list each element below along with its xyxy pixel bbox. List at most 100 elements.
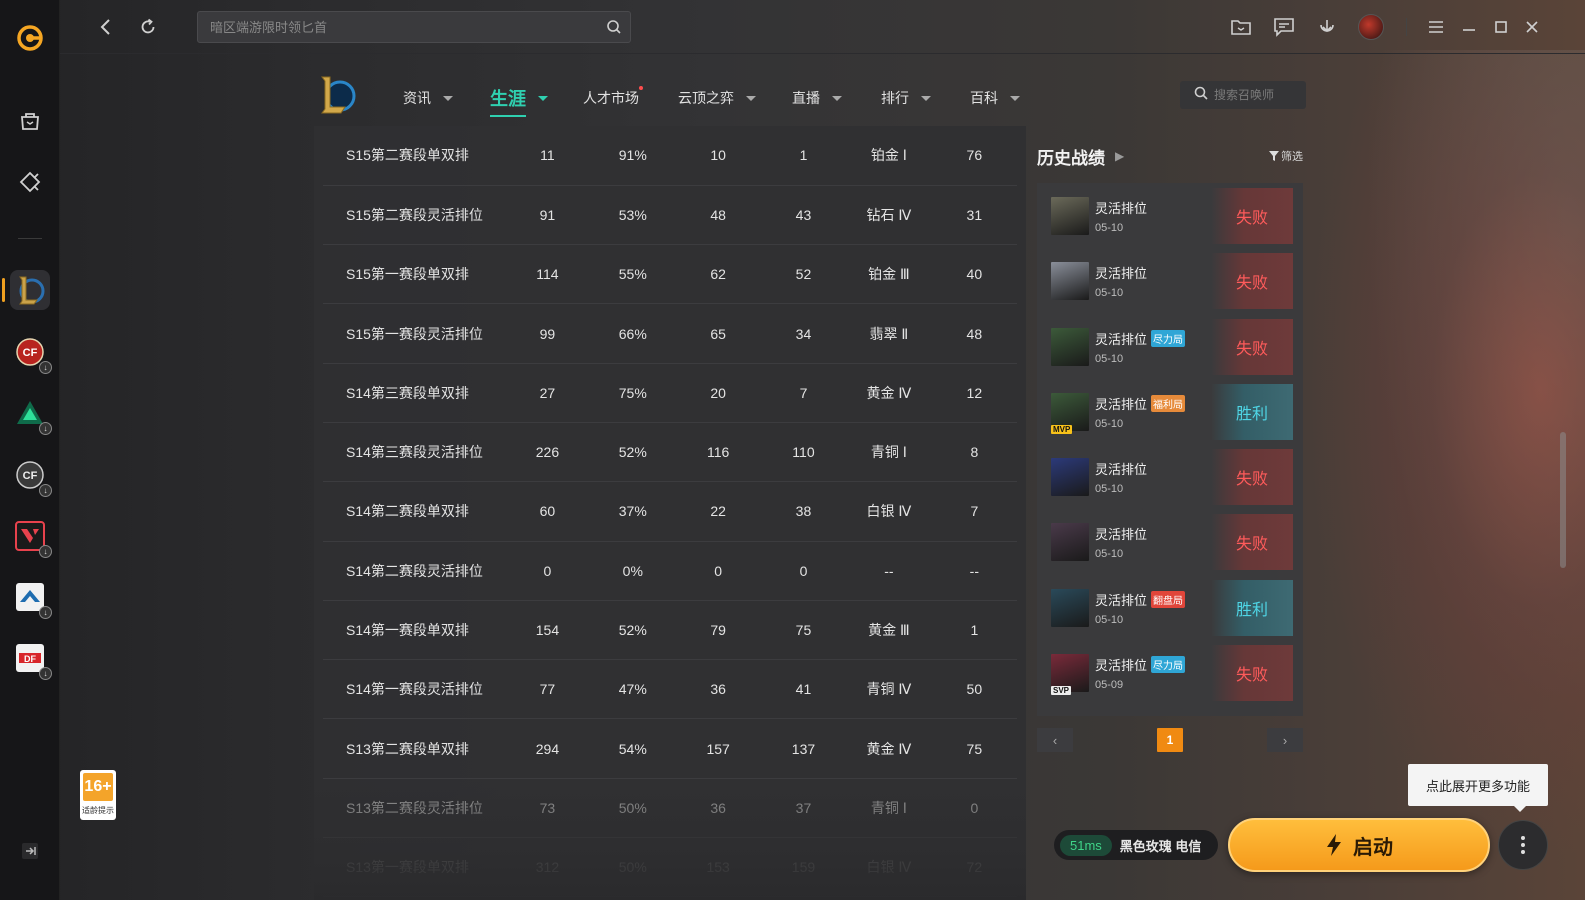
match-date: 05-10 bbox=[1095, 483, 1124, 496]
search-input[interactable] bbox=[198, 12, 630, 42]
match-item[interactable]: 灵活排位 05-10 失败 bbox=[1042, 253, 1293, 310]
prev-page-button[interactable]: ‹ bbox=[1037, 728, 1073, 752]
nav-tab-talent-market[interactable]: 人才市场 bbox=[583, 86, 643, 108]
refresh-icon[interactable] bbox=[135, 14, 161, 40]
search-icon[interactable] bbox=[1194, 86, 1208, 105]
maximize-icon[interactable] bbox=[1488, 14, 1514, 40]
sidebar-game-dnf[interactable]: DF ↓ bbox=[10, 638, 52, 680]
sidebar-game-warframe[interactable]: ↓ bbox=[10, 577, 52, 619]
champion-portrait bbox=[1051, 197, 1089, 235]
stat-cell: 137 bbox=[760, 718, 847, 779]
nav-tab-career[interactable]: 生涯 bbox=[490, 85, 548, 117]
folder-icon[interactable] bbox=[1228, 14, 1254, 40]
match-item[interactable]: SVP 灵活排位 尽力局 05-09 失败 bbox=[1042, 645, 1293, 702]
more-options-button[interactable] bbox=[1498, 820, 1548, 870]
nav-tab-news[interactable]: 资讯 bbox=[403, 88, 453, 108]
stat-cell: 76 bbox=[931, 126, 1017, 186]
stat-cell: 1 bbox=[760, 126, 847, 186]
download-manager-icon[interactable] bbox=[1314, 14, 1340, 40]
filter-button[interactable]: 筛选 bbox=[1269, 148, 1303, 164]
stat-cell: 白银 Ⅳ bbox=[846, 837, 932, 898]
table-row: S14第三赛段单双排 27 75% 20 7 黄金 Ⅳ 12 bbox=[323, 363, 1017, 423]
match-date: 05-10 bbox=[1095, 613, 1124, 626]
stat-cell: 75 bbox=[760, 600, 847, 661]
match-item[interactable]: MVP 灵活排位 福利局 05-10 胜利 bbox=[1042, 383, 1293, 440]
nav-tab-live[interactable]: 直播 bbox=[792, 88, 842, 108]
sidebar-game-lol[interactable] bbox=[2, 270, 50, 310]
summoner-search[interactable] bbox=[1180, 81, 1306, 109]
match-history-header[interactable]: 历史战绩 ▶ bbox=[1037, 140, 1303, 172]
match-item[interactable]: 灵活排位 尽力局 05-10 失败 bbox=[1042, 318, 1293, 375]
table-row: S13第二赛段单双排 294 54% 157 137 黄金 Ⅳ 75 bbox=[323, 718, 1017, 779]
champion-portrait: SVP bbox=[1051, 654, 1089, 696]
table-row: S14第三赛段灵活排位 226 52% 116 110 青铜 Ⅰ8 bbox=[323, 422, 1017, 483]
avatar bbox=[1358, 14, 1384, 40]
search-icon[interactable] bbox=[606, 19, 622, 40]
nav-tab-label: 人才市场 bbox=[583, 86, 643, 108]
sidebar-game-delta[interactable]: ↓ bbox=[10, 393, 52, 435]
download-icon: ↓ bbox=[39, 606, 52, 619]
match-result: 胜利 bbox=[1211, 383, 1293, 440]
sidebar-game-valorant[interactable]: ↓ bbox=[10, 516, 52, 558]
stat-cell: 青铜 Ⅳ bbox=[846, 659, 932, 720]
match-info: 灵活排位 05-10 bbox=[1095, 263, 1147, 299]
season-name-cell: S13第一赛段单双排 bbox=[323, 837, 505, 898]
stat-cell: 钻石 Ⅳ bbox=[846, 185, 932, 246]
match-item[interactable]: 灵活排位 05-10 失败 bbox=[1042, 449, 1293, 506]
chevron-down-icon bbox=[443, 95, 453, 101]
match-date: 05-10 bbox=[1095, 287, 1124, 300]
message-icon[interactable] bbox=[1271, 14, 1297, 40]
nav-tab-ranking[interactable]: 排行 bbox=[881, 88, 931, 108]
stat-cell: 91% bbox=[590, 126, 676, 186]
stat-cell: 27 bbox=[504, 363, 591, 423]
stat-cell: 黄金 Ⅲ bbox=[846, 600, 932, 661]
page-number-button[interactable]: 1 bbox=[1157, 728, 1183, 752]
stat-cell: 0 bbox=[931, 778, 1017, 839]
sidebar-game-cf-hd[interactable]: CF ↓ bbox=[10, 455, 52, 497]
search-bar[interactable] bbox=[197, 11, 631, 43]
match-item[interactable]: 灵活排位 翻盘局 05-10 胜利 bbox=[1042, 579, 1293, 636]
menu-icon[interactable] bbox=[1423, 14, 1449, 40]
close-icon[interactable] bbox=[1519, 14, 1545, 40]
match-item[interactable]: 灵活排位 05-10 失败 bbox=[1042, 514, 1293, 571]
game-controller-icon[interactable] bbox=[10, 162, 50, 202]
user-avatar[interactable] bbox=[1358, 14, 1384, 40]
stat-cell: 50% bbox=[590, 778, 676, 839]
match-mode: 灵活排位 翻盘局 bbox=[1095, 590, 1186, 609]
stat-cell: 黄金 Ⅳ bbox=[846, 363, 932, 423]
match-list: 灵活排位 05-10 失败 灵活排位 05-10 失败 灵活排位 尽力局 05-10 失败 MVP 灵… bbox=[1037, 183, 1303, 716]
match-badge: 尽力局 bbox=[1151, 329, 1186, 347]
collapse-sidebar-icon[interactable] bbox=[12, 833, 48, 869]
match-mode: 灵活排位 bbox=[1095, 524, 1147, 543]
age-rating-badge[interactable]: 16+ 适龄提示 bbox=[80, 770, 116, 820]
table-row: S14第二赛段单双排 60 37% 22 38 白银 Ⅳ7 bbox=[323, 481, 1017, 542]
launch-button[interactable]: 启动 bbox=[1228, 818, 1490, 872]
chevron-down-icon bbox=[1010, 95, 1020, 101]
stat-cell: 7 bbox=[931, 481, 1017, 542]
nav-tab-wiki[interactable]: 百科 bbox=[970, 88, 1020, 108]
stat-cell: 65 bbox=[675, 303, 761, 364]
summoner-search-input[interactable] bbox=[1214, 88, 1304, 102]
table-row: S14第二赛段灵活排位 0 0% 0 0 -- -- bbox=[323, 541, 1017, 601]
stat-cell: 铂金 Ⅰ bbox=[846, 126, 932, 186]
match-badge: 尽力局 bbox=[1151, 656, 1186, 674]
next-page-button[interactable]: › bbox=[1267, 728, 1303, 752]
stat-cell: 116 bbox=[675, 422, 761, 483]
match-item[interactable]: 灵活排位 05-10 失败 bbox=[1042, 188, 1293, 244]
minimize-icon[interactable] bbox=[1456, 14, 1482, 40]
stat-cell: 54% bbox=[590, 718, 676, 779]
sidebar-game-cf[interactable]: CF ↓ bbox=[10, 332, 52, 374]
season-name-cell: S15第一赛段灵活排位 bbox=[323, 303, 505, 364]
match-mode-label: 灵活排位 bbox=[1095, 396, 1148, 412]
bag-icon[interactable] bbox=[10, 101, 50, 141]
filter-icon bbox=[1269, 151, 1279, 161]
match-mode-label: 灵活排位 bbox=[1095, 592, 1148, 608]
stat-cell: 60 bbox=[504, 481, 591, 542]
lol-logo-icon[interactable] bbox=[318, 74, 356, 116]
app-logo-icon[interactable] bbox=[10, 18, 50, 58]
back-icon[interactable] bbox=[92, 14, 118, 40]
launch-label: 启动 bbox=[1353, 836, 1393, 859]
scrollbar-thumb[interactable] bbox=[1560, 432, 1566, 568]
nav-tab-tft[interactable]: 云顶之弈 bbox=[678, 88, 756, 108]
network-status[interactable]: 51ms 黑色玫瑰 电信 bbox=[1054, 830, 1218, 860]
